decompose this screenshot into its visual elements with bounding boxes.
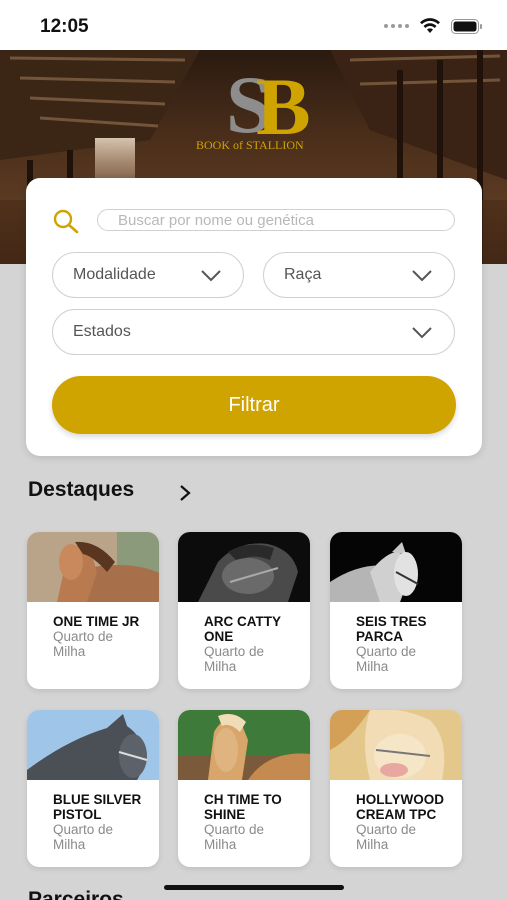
modalidade-label: Modalidade [73,266,156,283]
horse-photo [178,710,310,780]
horse-name: HOLLYWOOD CREAM TPC [356,792,445,822]
search-filter-card: Modalidade Raça Estados Filtrar [26,178,482,456]
horse-breed: Quarto de Milha [53,629,114,659]
chevron-down-icon [201,270,221,282]
horse-breed: Quarto de Milha [204,822,265,852]
horse-card[interactable]: ARC CATTY ONE Quarto de Milha [178,532,310,689]
horse-breed: Quarto de Milha [204,644,265,674]
status-icons [384,18,483,34]
modalidade-select[interactable]: Modalidade [52,252,244,298]
horse-card[interactable]: CH TIME TO SHINE Quarto de Milha [178,710,310,867]
wifi-icon [420,18,440,33]
horse-photo [27,710,159,780]
horse-name: SEIS TRES PARCA [356,614,427,644]
raca-label: Raça [284,266,322,283]
horse-photo [330,532,462,602]
book-of-stallion-logo: S B BOOK of STALLION [196,59,311,152]
horse-name: CH TIME TO SHINE [204,792,282,822]
status-bar: 12:05 [0,0,507,50]
horse-breed: Quarto de Milha [53,822,114,852]
horse-photo [178,532,310,602]
horse-name: ONE TIME JR [53,614,140,629]
horse-card[interactable]: SEIS TRES PARCA Quarto de Milha [330,532,462,689]
featured-title[interactable]: Destaques [28,478,134,502]
estados-label: Estados [73,323,131,340]
horse-card[interactable]: ONE TIME JR Quarto de Milha [27,532,159,689]
estados-select[interactable]: Estados [52,309,455,355]
search-input[interactable] [97,209,455,231]
home-indicator[interactable] [164,885,344,890]
signal-icon [384,24,409,28]
brand-name: BOOK of STALLION [196,138,304,152]
partners-title[interactable]: Parceiros [28,888,124,900]
horse-photo [330,710,462,780]
status-time: 12:05 [40,16,89,37]
horse-card[interactable]: BLUE SILVER PISTOL Quarto de Milha [27,710,159,867]
horse-breed: Quarto de Milha [356,644,417,674]
chevron-down-icon [412,270,432,282]
raca-select[interactable]: Raça [263,252,455,298]
chevron-down-icon [412,327,432,339]
filter-button[interactable]: Filtrar [52,376,456,434]
horse-name: BLUE SILVER PISTOL [53,792,142,822]
horse-breed: Quarto de Milha [356,822,417,852]
battery-icon [451,18,482,34]
chevron-right-icon[interactable] [178,484,192,502]
horse-card[interactable]: HOLLYWOOD CREAM TPC Quarto de Milha [330,710,462,867]
horse-photo [27,532,159,602]
horse-name: ARC CATTY ONE [204,614,281,644]
search-icon[interactable] [52,208,80,236]
